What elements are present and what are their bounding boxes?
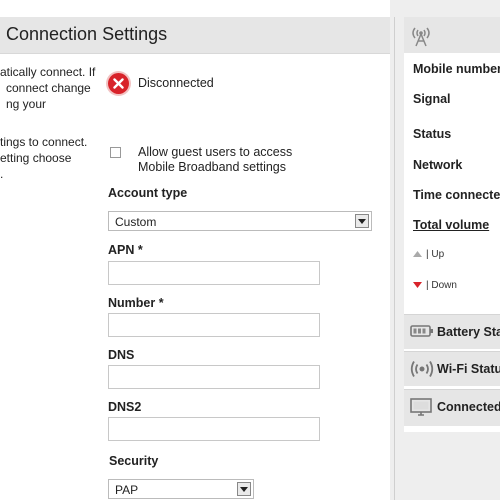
help-text-line: atically connect. If: [0, 65, 96, 79]
chevron-down-icon: [237, 482, 251, 496]
number-input[interactable]: [108, 313, 320, 337]
title-bar: Connection Settings: [0, 17, 390, 54]
status-label: Status: [413, 127, 452, 141]
number-label: Number *: [108, 296, 164, 310]
help-text-line: ng your: [6, 97, 47, 111]
battery-status-label: Battery Sta: [437, 325, 500, 339]
mobile-number-label: Mobile number: [413, 62, 500, 76]
time-connected-label: Time connected: [413, 188, 500, 202]
security-label: Security: [109, 454, 159, 468]
down-arrow-icon: [413, 280, 422, 291]
wifi-status-label: Wi-Fi Status: [437, 362, 500, 376]
help-text-line: tings to connect.: [0, 135, 88, 149]
wifi-icon: [410, 360, 434, 383]
security-select[interactable]: PAP: [108, 479, 254, 499]
total-volume-link[interactable]: Total volume: [413, 218, 489, 232]
page: Connection Settings atically connect. If…: [0, 0, 500, 500]
connected-devices-label: Connected: [437, 400, 500, 414]
guest-access-label-line: Mobile Broadband settings: [138, 160, 287, 174]
guest-access-checkbox[interactable]: [110, 147, 121, 158]
download-label: | Down: [426, 280, 457, 292]
account-type-label: Account type: [108, 186, 188, 200]
disconnected-x-icon: [108, 73, 129, 94]
sidebar-header: [404, 17, 500, 53]
wifi-status-panel[interactable]: Wi-Fi Status: [404, 351, 500, 386]
guest-access-label: Allow guest users to access Mobile Broad…: [138, 145, 338, 175]
column-divider: [394, 17, 395, 500]
page-title: Connection Settings: [6, 24, 168, 44]
dns2-label: DNS2: [108, 400, 142, 414]
battery-icon: [410, 323, 434, 344]
main-content: Connection Settings atically connect. If…: [0, 0, 390, 500]
dns2-input[interactable]: [108, 417, 320, 441]
apn-input[interactable]: [108, 261, 320, 285]
dns-label: DNS: [108, 348, 135, 362]
upload-label: | Up: [426, 249, 445, 261]
up-arrow-icon: [413, 249, 422, 260]
guest-access-label-line: Allow guest users to access: [138, 145, 293, 159]
help-text-dot: .: [0, 167, 4, 181]
account-type-select[interactable]: Custom: [108, 211, 372, 231]
upload-row: | Up: [413, 249, 444, 260]
battery-status-panel[interactable]: Battery Sta: [404, 314, 500, 349]
status-sidebar: Mobile number Signal Status Network Time…: [404, 17, 500, 432]
antenna-icon: [410, 24, 432, 53]
help-text-line: connect change: [6, 81, 91, 95]
account-type-value: Custom: [115, 215, 157, 229]
connected-devices-panel[interactable]: Connected: [404, 389, 500, 426]
dns-input[interactable]: [108, 365, 320, 389]
connection-status-text: Disconnected: [138, 76, 214, 90]
signal-label: Signal: [413, 92, 451, 106]
security-value: PAP: [115, 483, 139, 497]
monitor-icon: [410, 398, 432, 423]
chevron-down-icon: [355, 214, 369, 228]
network-label: Network: [413, 158, 463, 172]
download-row: | Down: [413, 280, 457, 291]
help-text-line: etting choose: [0, 151, 72, 165]
apn-label: APN *: [108, 243, 143, 257]
